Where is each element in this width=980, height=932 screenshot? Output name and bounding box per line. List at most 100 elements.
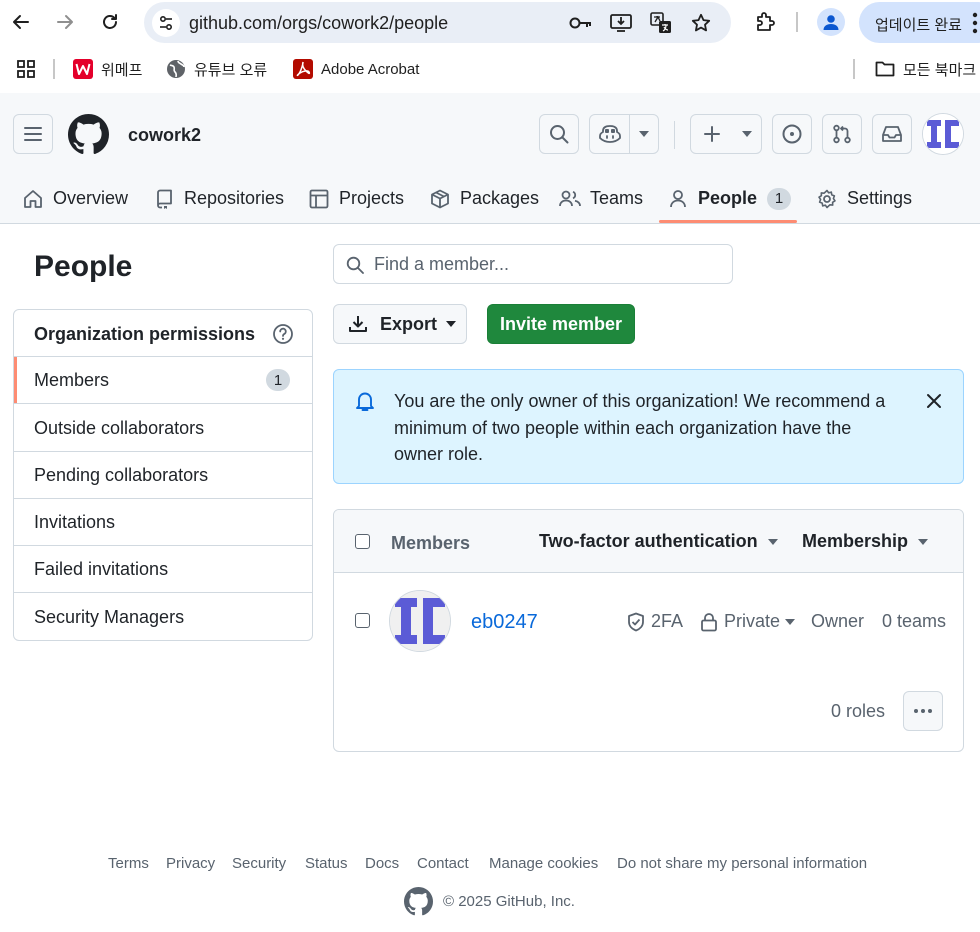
tab-projects[interactable]: Projects [308, 173, 404, 224]
repo-icon [153, 188, 175, 210]
footer-link-security[interactable]: Security [232, 855, 286, 872]
flash-message: You are the only owner of this organizat… [394, 391, 886, 464]
filter-label: Two-factor authentication [539, 531, 758, 551]
profile-button[interactable] [817, 8, 845, 36]
tab-settings[interactable]: Settings [816, 173, 912, 224]
install-icon [610, 14, 632, 32]
bookmark-label: 위메프 [101, 61, 143, 79]
forward-button[interactable] [51, 8, 79, 36]
pull-requests-button[interactable] [822, 114, 862, 154]
star-icon [691, 13, 711, 32]
sidebar-item-security-managers[interactable]: Security Managers [14, 594, 312, 640]
back-button[interactable] [7, 8, 35, 36]
create-new-button[interactable] [690, 114, 762, 154]
members-count-badge: 1 [266, 369, 290, 391]
password-key-button[interactable] [569, 11, 593, 35]
selected-tab-underline [659, 220, 797, 223]
global-menu-button[interactable] [13, 114, 53, 154]
update-button[interactable]: 업데이트 완료 [859, 2, 980, 43]
export-button[interactable]: Export [333, 304, 467, 344]
invite-member-button[interactable]: Invite member [487, 304, 635, 344]
create-new-caret [733, 115, 761, 153]
people-count-badge: 1 [767, 187, 792, 210]
github-logo-icon[interactable] [404, 886, 433, 916]
search-button[interactable] [539, 114, 579, 154]
chrome-menu-button[interactable] [968, 12, 980, 34]
member-login-link[interactable]: eb0247 [471, 611, 538, 634]
sidebar-item-failed-invitations[interactable]: Failed invitations [14, 546, 312, 593]
tab-repositories[interactable]: Repositories [153, 173, 284, 224]
footer-link-do-not-share[interactable]: Do not share my personal information [617, 855, 867, 872]
github-logo-icon[interactable] [68, 114, 109, 155]
bookmark-star-button[interactable] [689, 11, 713, 35]
sidebar-item-members[interactable]: Members 1 [14, 357, 312, 404]
bookmark-adobe-acrobat[interactable]: Adobe Acrobat [293, 58, 419, 80]
all-bookmarks-folder[interactable]: 모든 북마크 [875, 58, 976, 80]
bookmark-youtube-error[interactable]: 유튜브 오류 [166, 58, 267, 80]
extensions-button[interactable] [751, 8, 779, 36]
package-icon [429, 188, 451, 210]
notifications-inbox-button[interactable] [872, 114, 912, 154]
issue-opened-icon [782, 124, 802, 144]
page-title: People [34, 250, 133, 283]
footer-link-docs[interactable]: Docs [365, 855, 399, 872]
member-visibility-dropdown[interactable]: Private [700, 611, 796, 632]
gear-icon [816, 188, 838, 210]
bookmark-wemakeprice[interactable]: 위메프 [73, 58, 142, 80]
footer-link-manage-cookies[interactable]: Manage cookies [489, 855, 598, 872]
tab-label: Repositories [184, 188, 285, 208]
footer-link-status[interactable]: Status [305, 855, 348, 872]
tab-overview[interactable]: Overview [22, 173, 128, 224]
site-info-button[interactable] [152, 9, 180, 37]
members-table: Members Two-factor authentication Member… [333, 509, 964, 752]
sidebar-item-pending-collaborators[interactable]: Pending collaborators [14, 452, 312, 499]
toolbar-separator [796, 12, 798, 32]
owner-warning-flash: You are the only owner of this organizat… [333, 369, 964, 484]
export-label: Export [380, 313, 438, 334]
footer-link-privacy[interactable]: Privacy [166, 855, 215, 872]
org-tabs: Overview Repositories Projects Packages … [0, 173, 980, 224]
forward-arrow-icon [57, 15, 73, 29]
member-avatar[interactable] [389, 590, 451, 652]
help-question-icon[interactable] [272, 323, 294, 345]
copyright-text: © 2025 GitHub, Inc. [443, 892, 575, 910]
member-row-checkbox[interactable] [355, 613, 370, 628]
globe-icon [166, 59, 186, 79]
user-avatar-button[interactable] [922, 113, 964, 155]
sidebar-item-label: Security Managers [34, 607, 185, 627]
two-factor-filter-dropdown[interactable]: Two-factor authentication [539, 531, 778, 552]
install-app-button[interactable] [609, 11, 633, 35]
membership-filter-dropdown[interactable]: Membership [802, 531, 929, 552]
translate-button[interactable] [649, 11, 673, 35]
org-name-link[interactable]: cowork2 [128, 125, 201, 146]
tab-label: Settings [847, 188, 913, 208]
bookmark-label: 모든 북마크 [903, 61, 977, 79]
apps-button[interactable] [16, 58, 36, 80]
issues-button[interactable] [772, 114, 812, 154]
sidebar-item-invitations[interactable]: Invitations [14, 499, 312, 546]
close-icon[interactable] [923, 390, 945, 412]
copilot-menu-button[interactable] [630, 115, 658, 153]
triangle-down-icon [767, 538, 778, 545]
sidebar-item-outside-collaborators[interactable]: Outside collaborators [14, 405, 312, 452]
triangle-down-icon [918, 538, 929, 545]
sidebar-item-label: Failed invitations [34, 558, 169, 579]
tab-teams[interactable]: Teams [559, 173, 643, 224]
plus-icon [704, 126, 720, 142]
member-teams-link[interactable]: 0 teams [882, 611, 946, 632]
footer-link-contact[interactable]: Contact [417, 855, 469, 872]
back-arrow-icon [13, 15, 29, 29]
github-header: cowork2 Overview Repositories Projects P… [0, 93, 980, 224]
tab-packages[interactable]: Packages [429, 173, 539, 224]
reload-button[interactable] [96, 8, 124, 36]
member-search-input[interactable] [374, 245, 724, 283]
footer-link-terms[interactable]: Terms [108, 855, 149, 872]
copilot-split-button[interactable] [589, 114, 659, 154]
select-all-checkbox[interactable] [355, 534, 370, 549]
tab-people[interactable]: People 1 [667, 173, 792, 224]
address-url[interactable]: github.com/orgs/cowork2/people [189, 13, 448, 34]
copilot-button[interactable] [590, 115, 629, 153]
member-actions-button[interactable] [903, 691, 943, 731]
person-icon [823, 15, 839, 30]
address-bar[interactable]: github.com/orgs/cowork2/people [144, 2, 731, 43]
